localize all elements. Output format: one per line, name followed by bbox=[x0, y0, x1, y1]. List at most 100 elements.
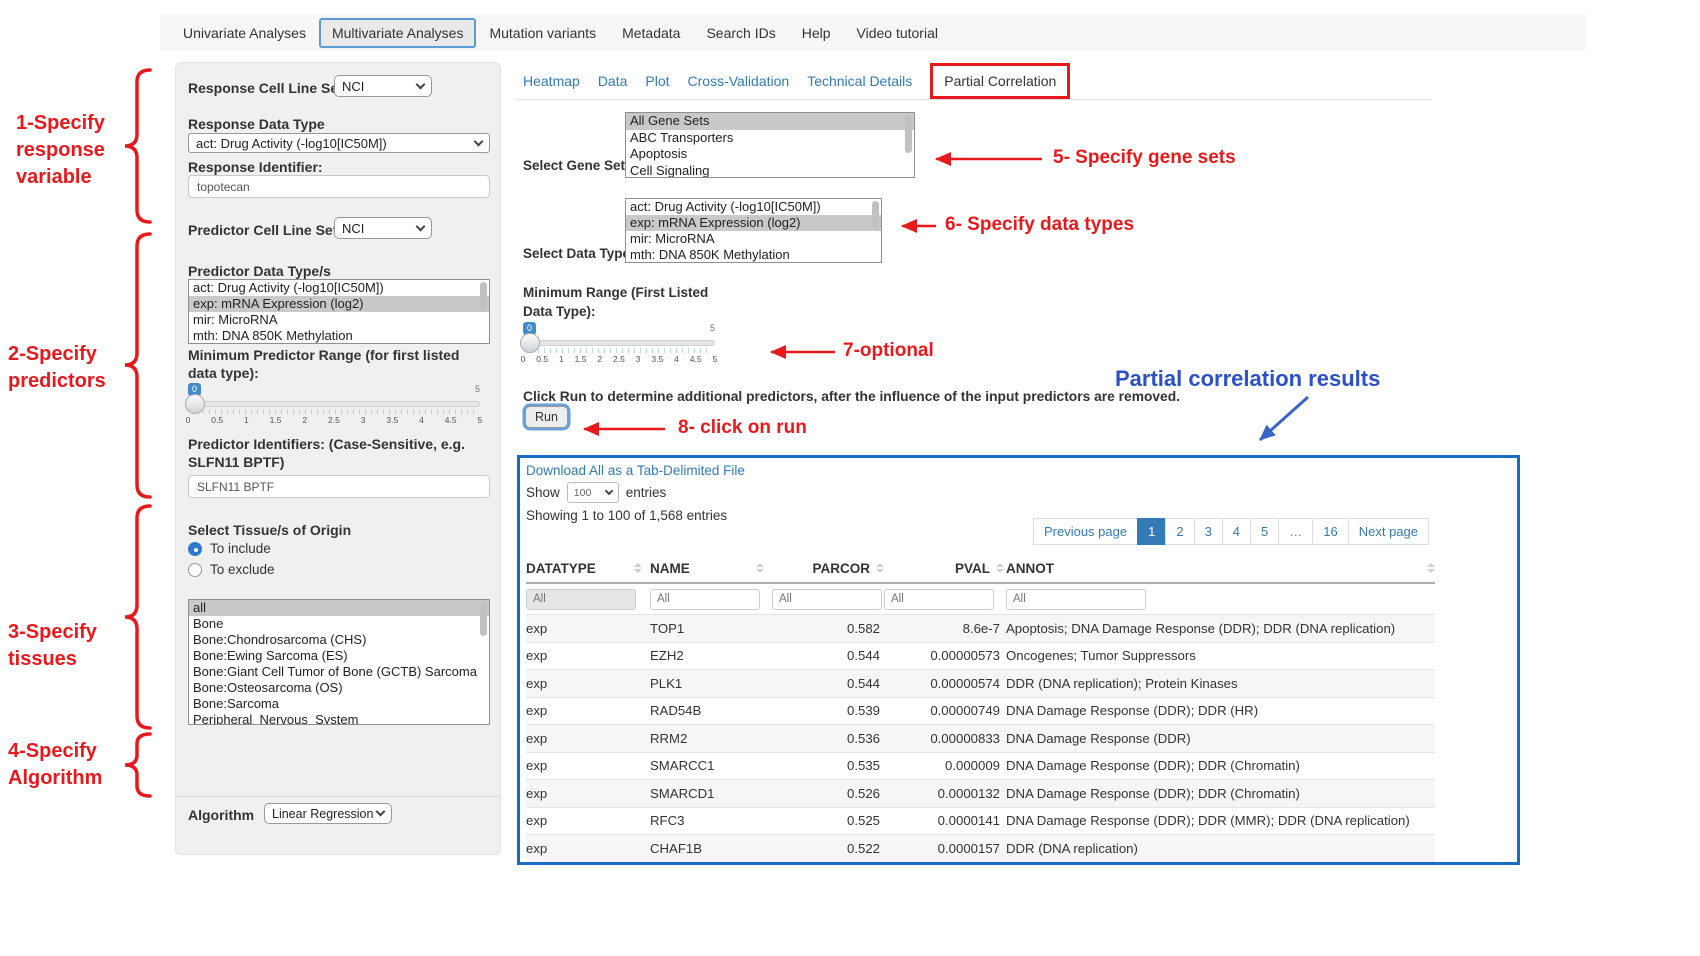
radio-to-include[interactable]: To include bbox=[188, 541, 271, 556]
option-tissue-peripheral-nervous-system[interactable]: Peripheral_Nervous_System bbox=[189, 712, 489, 725]
response-identifier-input[interactable] bbox=[188, 175, 490, 198]
filter-annot-input[interactable] bbox=[1006, 589, 1146, 610]
annotation-step4: 4-SpecifyAlgorithm bbox=[8, 738, 102, 792]
predictor-cell-line-set-value: NCI bbox=[342, 221, 364, 236]
chevron-down-icon bbox=[474, 136, 484, 146]
min-predictor-range-label: Minimum Predictor Range (for first liste… bbox=[188, 346, 490, 382]
scrollbar-thumb[interactable] bbox=[905, 115, 912, 153]
nav-tab-mutation-variants[interactable]: Mutation variants bbox=[476, 18, 609, 48]
slider-ticks bbox=[526, 348, 712, 353]
slider-track[interactable] bbox=[523, 340, 715, 346]
response-data-type-select[interactable]: act: Drug Activity (-log10[IC50M]) bbox=[188, 133, 490, 153]
page-length-select[interactable]: 100 bbox=[567, 482, 619, 503]
chevron-down-icon bbox=[416, 221, 426, 231]
annotation-step8: 8- click on run bbox=[678, 417, 807, 439]
tab-data[interactable]: Data bbox=[598, 73, 628, 89]
show-entries-row: Show 100 entries bbox=[526, 482, 666, 503]
nav-tab-multivariate-analyses[interactable]: Multivariate Analyses bbox=[319, 18, 477, 48]
nav-tab-univariate-analyses[interactable]: Univariate Analyses bbox=[170, 18, 319, 48]
option-abc-transporters[interactable]: ABC Transporters bbox=[626, 130, 914, 147]
app-canvas: Univariate Analyses Multivariate Analyse… bbox=[0, 0, 1700, 956]
option-apoptosis[interactable]: Apoptosis bbox=[626, 146, 914, 163]
table-row: exp SMARCD1 0.526 0.0000132 DNA Damage R… bbox=[526, 779, 1435, 807]
option-tissue-osteosarcoma[interactable]: Bone:Osteosarcoma (OS) bbox=[189, 680, 489, 696]
nav-tab-video-tutorial[interactable]: Video tutorial bbox=[844, 18, 951, 48]
arrow-results bbox=[1260, 397, 1308, 440]
algorithm-select[interactable]: Linear Regression bbox=[264, 803, 392, 824]
page-button-3[interactable]: 3 bbox=[1194, 518, 1223, 545]
entries-label: entries bbox=[626, 485, 667, 500]
page-button-2[interactable]: 2 bbox=[1165, 518, 1194, 545]
filter-pval-input[interactable] bbox=[884, 589, 994, 610]
option-exp-mrna-expression[interactable]: exp: mRNA Expression (log2) bbox=[626, 215, 881, 231]
page-button-4[interactable]: 4 bbox=[1222, 518, 1251, 545]
option-mth-dna-methylation[interactable]: mth: DNA 850K Methylation bbox=[189, 328, 489, 344]
column-header-annot[interactable]: ANNOT bbox=[1004, 561, 1435, 576]
tab-technical-details[interactable]: Technical Details bbox=[807, 73, 912, 89]
page-button-16[interactable]: 16 bbox=[1312, 518, 1348, 545]
run-button[interactable]: Run bbox=[525, 406, 568, 428]
predictor-identifiers-label: Predictor Identifiers: (Case-Sensitive, … bbox=[188, 435, 490, 471]
select-gene-sets-label: Select Gene Sets bbox=[523, 158, 633, 173]
option-tissue-bone[interactable]: Bone bbox=[189, 616, 489, 632]
radio-to-exclude[interactable]: To exclude bbox=[188, 562, 275, 577]
option-tissue-gctb-sarcoma[interactable]: Bone:Giant Cell Tumor of Bone (GCTB) Sar… bbox=[189, 664, 489, 680]
tab-cross-validation[interactable]: Cross-Validation bbox=[688, 73, 790, 89]
predictor-identifiers-input[interactable] bbox=[188, 475, 490, 498]
option-act-drug-activity[interactable]: act: Drug Activity (-log10[IC50M]) bbox=[189, 280, 489, 296]
option-mir-microrna[interactable]: mir: MicroRNA bbox=[626, 231, 881, 247]
column-header-name[interactable]: NAME bbox=[650, 561, 772, 576]
predictor-cell-line-set-select[interactable]: NCI bbox=[334, 217, 432, 239]
scrollbar-thumb[interactable] bbox=[480, 282, 487, 312]
option-cell-signaling[interactable]: Cell Signaling bbox=[626, 163, 914, 179]
tissue-origin-label: Select Tissue/s of Origin bbox=[188, 521, 351, 539]
divider bbox=[517, 99, 1432, 100]
tab-heatmap[interactable]: Heatmap bbox=[523, 73, 580, 89]
response-data-type-value: act: Drug Activity (-log10[IC50M]) bbox=[196, 136, 387, 151]
brace-step4 bbox=[125, 734, 150, 796]
page-length-value: 100 bbox=[574, 487, 592, 499]
option-act-drug-activity[interactable]: act: Drug Activity (-log10[IC50M]) bbox=[626, 199, 881, 215]
download-all-link[interactable]: Download All as a Tab-Delimited File bbox=[526, 463, 745, 478]
scrollbar-thumb[interactable] bbox=[872, 201, 879, 229]
option-tissue-sarcoma[interactable]: Bone:Sarcoma bbox=[189, 696, 489, 712]
radio-to-include-label: To include bbox=[210, 541, 271, 556]
tab-plot[interactable]: Plot bbox=[645, 73, 669, 89]
column-header-pval[interactable]: PVAL bbox=[884, 561, 1004, 576]
table-row: exp EZH2 0.544 0.00000573 Oncogenes; Tum… bbox=[526, 642, 1435, 670]
nav-tab-metadata[interactable]: Metadata bbox=[609, 18, 693, 48]
option-tissue-all[interactable]: all bbox=[189, 600, 489, 616]
annotation-step7: 7-optional bbox=[843, 340, 934, 362]
tab-partial-correlation[interactable]: Partial Correlation bbox=[930, 63, 1070, 99]
option-tissue-chondrosarcoma[interactable]: Bone:Chondrosarcoma (CHS) bbox=[189, 632, 489, 648]
page-button-1[interactable]: 1 bbox=[1137, 518, 1166, 545]
response-cell-line-set-select[interactable]: NCI bbox=[334, 75, 432, 97]
nav-tab-search-ids[interactable]: Search IDs bbox=[693, 18, 788, 48]
slider-tick-labels: 00.511.522.533.544.55 bbox=[523, 354, 715, 364]
brace-step3 bbox=[125, 506, 150, 728]
radio-to-exclude-label: To exclude bbox=[210, 562, 275, 577]
nav-tab-help[interactable]: Help bbox=[789, 18, 844, 48]
table-row: exp RFC3 0.525 0.0000141 DNA Damage Resp… bbox=[526, 807, 1435, 835]
option-mth-dna-methylation[interactable]: mth: DNA 850K Methylation bbox=[626, 247, 881, 263]
annotation-step6: 6- Specify data types bbox=[945, 214, 1134, 236]
column-header-datatype[interactable]: DATATYPE bbox=[526, 561, 650, 576]
slider-track[interactable] bbox=[188, 401, 480, 407]
previous-page-button[interactable]: Previous page bbox=[1033, 518, 1138, 545]
scrollbar-thumb[interactable] bbox=[480, 602, 487, 636]
option-exp-mrna-expression[interactable]: exp: mRNA Expression (log2) bbox=[189, 296, 489, 312]
table-row: exp RAD54B 0.539 0.00000749 DNA Damage R… bbox=[526, 697, 1435, 725]
option-tissue-ewing-sarcoma[interactable]: Bone:Ewing Sarcoma (ES) bbox=[189, 648, 489, 664]
top-navbar: Univariate Analyses Multivariate Analyse… bbox=[160, 14, 1586, 51]
table-header-row: DATATYPE NAME PARCOR PVAL ANNOT bbox=[526, 554, 1435, 584]
filter-datatype-input[interactable] bbox=[526, 589, 636, 610]
divider bbox=[176, 796, 500, 797]
next-page-button[interactable]: Next page bbox=[1348, 518, 1429, 545]
filter-name-input[interactable] bbox=[650, 589, 760, 610]
annotation-results-title: Partial correlation results bbox=[1115, 366, 1380, 392]
page-button-5[interactable]: 5 bbox=[1250, 518, 1279, 545]
column-header-parcor[interactable]: PARCOR bbox=[772, 561, 884, 576]
option-mir-microrna[interactable]: mir: MicroRNA bbox=[189, 312, 489, 328]
filter-parcor-input[interactable] bbox=[772, 589, 882, 610]
option-all-gene-sets[interactable]: All Gene Sets bbox=[626, 113, 914, 130]
